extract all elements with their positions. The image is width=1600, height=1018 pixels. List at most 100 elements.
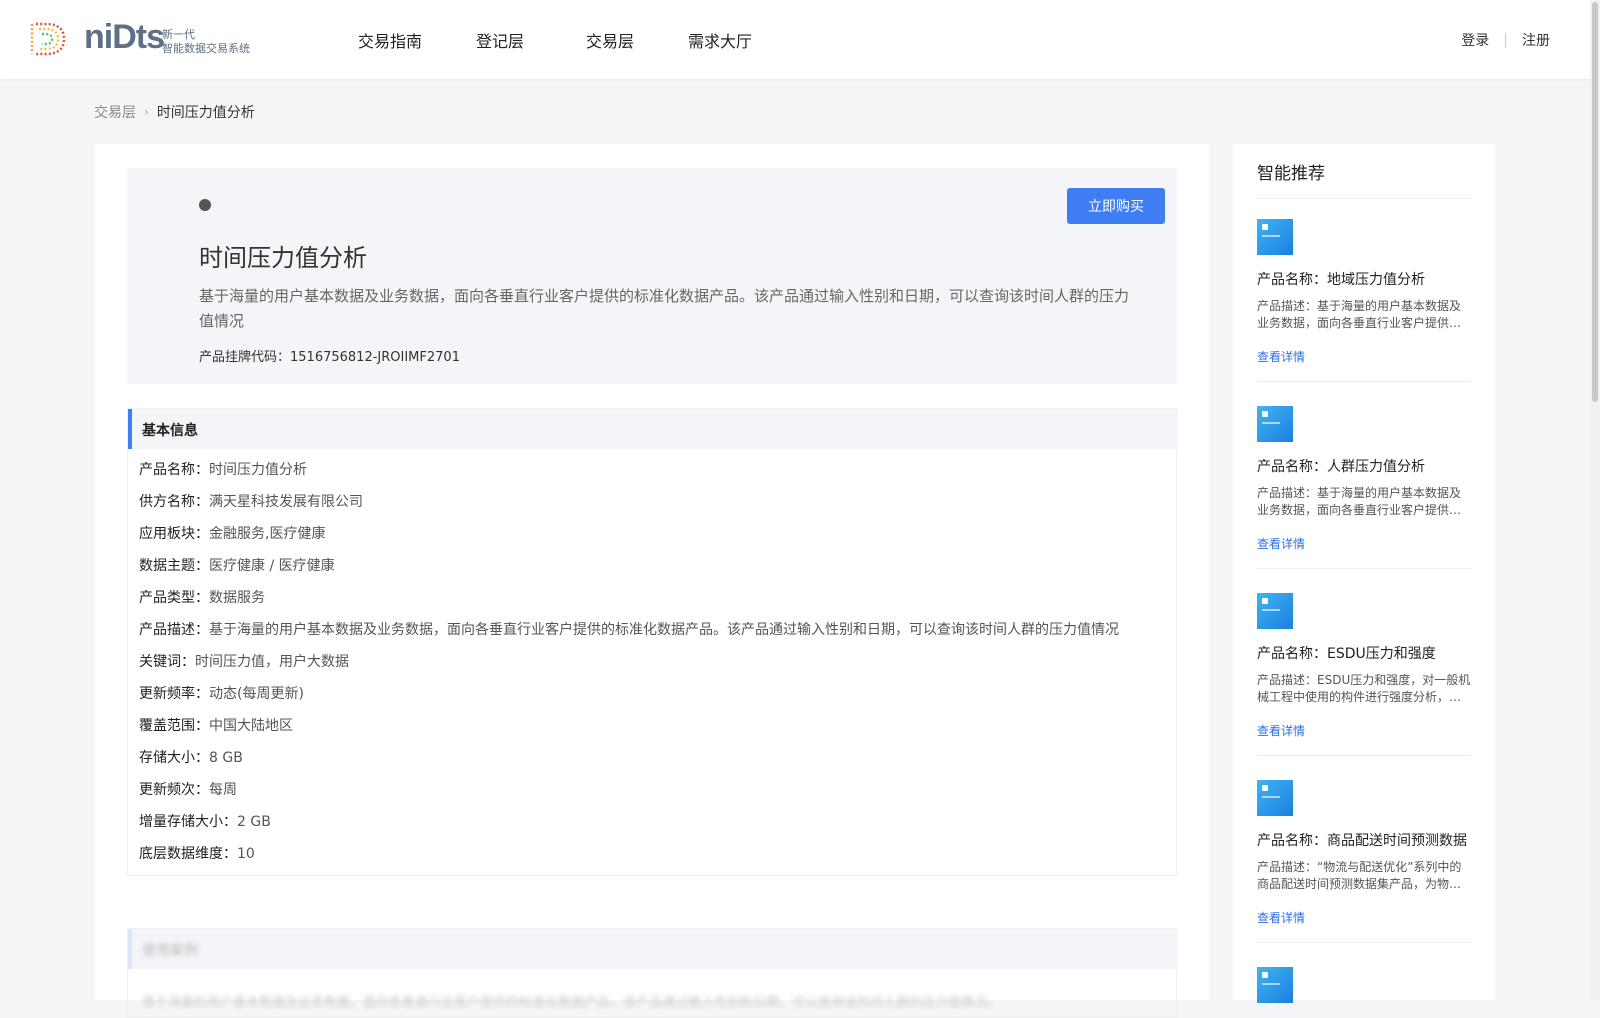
breadcrumb-parent[interactable]: 交易层 xyxy=(94,102,136,122)
info-key: 存储大小： xyxy=(139,750,209,766)
chevron-right-icon: › xyxy=(144,105,149,119)
info-value: 时间压力值，用户大数据 xyxy=(195,654,349,670)
info-value: 满天星科技发展有限公司 xyxy=(209,494,363,510)
info-row-storage-size: 存储大小：8 GB xyxy=(139,747,1119,779)
recommendation-desc: 产品描述：基于海量的用户基本数据及业务数据，面向各垂直行业客户提供的标准化数据产… xyxy=(1257,486,1462,517)
info-row-description: 产品描述：基于海量的用户基本数据及业务数据，面向各垂直行业客户提供的标准化数据产… xyxy=(139,619,1119,651)
product-code: 产品挂牌代码：1516756812-JROIIMF2701 xyxy=(199,346,460,365)
buy-now-button[interactable]: 立即购买 xyxy=(1067,188,1165,224)
info-value: 基于海量的用户基本数据及业务数据，面向各垂直行业客户提供的标准化数据产品。该产品… xyxy=(209,622,1119,638)
nav-item-demand-hall[interactable]: 需求大厅 xyxy=(688,28,752,52)
info-value: 时间压力值分析 xyxy=(209,462,307,478)
info-key: 数据主题： xyxy=(139,558,209,574)
info-value: 中国大陆地区 xyxy=(209,718,293,734)
use-case-text: 基于海量的用户基本数据及业务数据，面向各垂直行业客户提供的标准化数据产品，该产品… xyxy=(142,995,1001,1009)
info-key: 底层数据维度： xyxy=(139,846,237,862)
info-row-dimensions: 底层数据维度：10 xyxy=(139,843,1119,875)
recommendation-divider xyxy=(1257,381,1471,382)
info-value: 动态(每周更新) xyxy=(209,686,304,702)
product-icon xyxy=(199,199,211,211)
auth-separator: | xyxy=(1503,32,1508,48)
recommendation-name[interactable]: 产品名称：人群压力值分析 xyxy=(1257,456,1471,476)
recommendation-desc: 产品描述：ESDU压力和强度，对一般机械工程中使用的构件进行强度分析，提供相关数… xyxy=(1257,673,1471,704)
recommendation-name[interactable]: 产品名称：ESDU压力和强度 xyxy=(1257,643,1471,663)
nav-item-trading-layer[interactable]: 交易层 xyxy=(586,28,634,52)
info-row-type: 产品类型：数据服务 xyxy=(139,587,1119,619)
use-case-card: 使用案例 基于海量的用户基本数据及业务数据，面向各垂直行业客户提供的标准化数据产… xyxy=(127,928,1178,1018)
view-details-link[interactable]: 查看详情 xyxy=(1257,348,1471,365)
info-key: 更新频次： xyxy=(139,782,209,798)
page-scrollbar[interactable] xyxy=(1590,0,1600,1000)
info-row-incremental-size: 增量存储大小：2 GB xyxy=(139,811,1119,843)
info-key: 覆盖范围： xyxy=(139,718,209,734)
info-key: 关键词： xyxy=(139,654,195,670)
top-header: niDts 新一代 智能数据交易系统 交易指南 登记层 交易层 需求大厅 登录 … xyxy=(0,0,1590,79)
recommendation-desc: 产品描述：“物流与配送优化”系列中的商品配送时间预测数据集产品，为物流企业提供参… xyxy=(1257,860,1462,891)
recommendation-divider xyxy=(1257,942,1471,943)
recommendation-item: 产品名称：商品配送时间预测数据 产品描述：“物流与配送优化”系列中的商品配送时间… xyxy=(1257,780,1471,943)
product-code-value: 1516756812-JROIIMF2701 xyxy=(290,350,460,365)
info-row-keywords: 关键词：时间压力值，用户大数据 xyxy=(139,651,1119,683)
product-hero: 时间压力值分析 基于海量的用户基本数据及业务数据，面向各垂直行业客户提供的标准化… xyxy=(127,168,1177,384)
nav-item-trading-guide[interactable]: 交易指南 xyxy=(358,28,422,52)
auth-links: 登录 | 注册 xyxy=(1461,30,1550,50)
logo-icon[interactable] xyxy=(28,20,68,58)
recommendation-divider xyxy=(1257,755,1471,756)
info-row-product-name: 产品名称：时间压力值分析 xyxy=(139,459,1119,491)
info-value: 10 xyxy=(237,846,255,862)
breadcrumb: 交易层 › 时间压力值分析 xyxy=(94,102,255,122)
info-row-topic: 数据主题：医疗健康 / 医疗健康 xyxy=(139,555,1119,587)
product-code-label: 产品挂牌代码： xyxy=(199,350,291,365)
product-thumbnail[interactable] xyxy=(1257,780,1293,816)
info-key: 供方名称： xyxy=(139,494,209,510)
info-key: 更新频率： xyxy=(139,686,209,702)
recommendation-item: 产品名称：ESDU压力和强度 产品描述：ESDU压力和强度，对一般机械工程中使用… xyxy=(1257,593,1471,756)
info-key: 增量存储大小： xyxy=(139,814,237,830)
logo-subtitle-line-2: 智能数据交易系统 xyxy=(162,42,250,55)
info-row-coverage: 覆盖范围：中国大陆地区 xyxy=(139,715,1119,747)
login-link[interactable]: 登录 xyxy=(1461,30,1489,50)
info-key: 产品类型： xyxy=(139,590,209,606)
product-description: 基于海量的用户基本数据及业务数据，面向各垂直行业客户提供的标准化数据产品。该产品… xyxy=(199,287,1130,330)
recommendation-desc: 产品描述：基于海量的用户基本数据及业务数据，面向各垂直行业客户提供的标准化数据产… xyxy=(1257,299,1462,330)
product-detail-panel: 时间压力值分析 基于海量的用户基本数据及业务数据，面向各垂直行业客户提供的标准化… xyxy=(95,144,1209,1018)
recommendation-name[interactable]: 产品名称：商品配送时间预测数据 xyxy=(1257,830,1471,850)
info-value: 8 GB xyxy=(209,750,243,766)
recommendation-name[interactable]: 产品名称：地域压力值分析 xyxy=(1257,269,1471,289)
view-details-link[interactable]: 查看详情 xyxy=(1257,909,1471,926)
info-key: 应用板块： xyxy=(139,526,209,542)
info-key: 产品描述： xyxy=(139,622,209,638)
use-case-title: 使用案例 xyxy=(142,943,198,959)
info-row-update-frequency: 更新频率：动态(每周更新) xyxy=(139,683,1119,715)
info-key: 产品名称： xyxy=(139,462,209,478)
basic-info-title: 基本信息 xyxy=(142,423,198,439)
view-details-link[interactable]: 查看详情 xyxy=(1257,722,1471,739)
basic-info-header: 基本信息 xyxy=(128,409,1178,449)
breadcrumb-current: 时间压力值分析 xyxy=(156,105,255,121)
sidebar-divider xyxy=(1257,198,1471,199)
scrollbar-thumb[interactable] xyxy=(1592,2,1598,402)
basic-info-card: 基本信息 产品名称：时间压力值分析 供方名称：满天星科技发展有限公司 应用板块：… xyxy=(127,408,1178,876)
recommendation-item: 产品名称：人群压力值分析 产品描述：基于海量的用户基本数据及业务数据，面向各垂直… xyxy=(1257,406,1471,569)
register-link[interactable]: 注册 xyxy=(1522,30,1550,50)
recommendation-sidebar: 智能推荐 产品名称：地域压力值分析 产品描述：基于海量的用户基本数据及业务数据，… xyxy=(1233,144,1495,1003)
view-details-link[interactable]: 查看详情 xyxy=(1257,535,1471,552)
product-thumbnail[interactable] xyxy=(1257,219,1293,255)
info-value: 数据服务 xyxy=(209,590,265,606)
sidebar-title: 智能推荐 xyxy=(1257,164,1325,184)
info-row-supplier: 供方名称：满天星科技发展有限公司 xyxy=(139,491,1119,523)
recommendation-divider xyxy=(1257,568,1471,569)
info-value: 金融服务,医疗健康 xyxy=(209,526,326,542)
product-thumbnail[interactable] xyxy=(1257,593,1293,629)
logo-wordmark[interactable]: niDts xyxy=(84,18,165,57)
product-thumbnail[interactable] xyxy=(1257,967,1293,1003)
info-value: 2 GB xyxy=(237,814,271,830)
product-thumbnail[interactable] xyxy=(1257,406,1293,442)
recommendation-item xyxy=(1257,967,1471,1003)
info-row-update-interval: 更新频次：每周 xyxy=(139,779,1119,811)
nav-item-registration-layer[interactable]: 登记层 xyxy=(476,28,524,52)
info-value: 每周 xyxy=(209,782,237,798)
info-value: 医疗健康 / 医疗健康 xyxy=(209,558,335,574)
info-row-sector: 应用板块：金融服务,医疗健康 xyxy=(139,523,1119,555)
logo-subtitle-line-1: 新一代 xyxy=(162,28,195,41)
